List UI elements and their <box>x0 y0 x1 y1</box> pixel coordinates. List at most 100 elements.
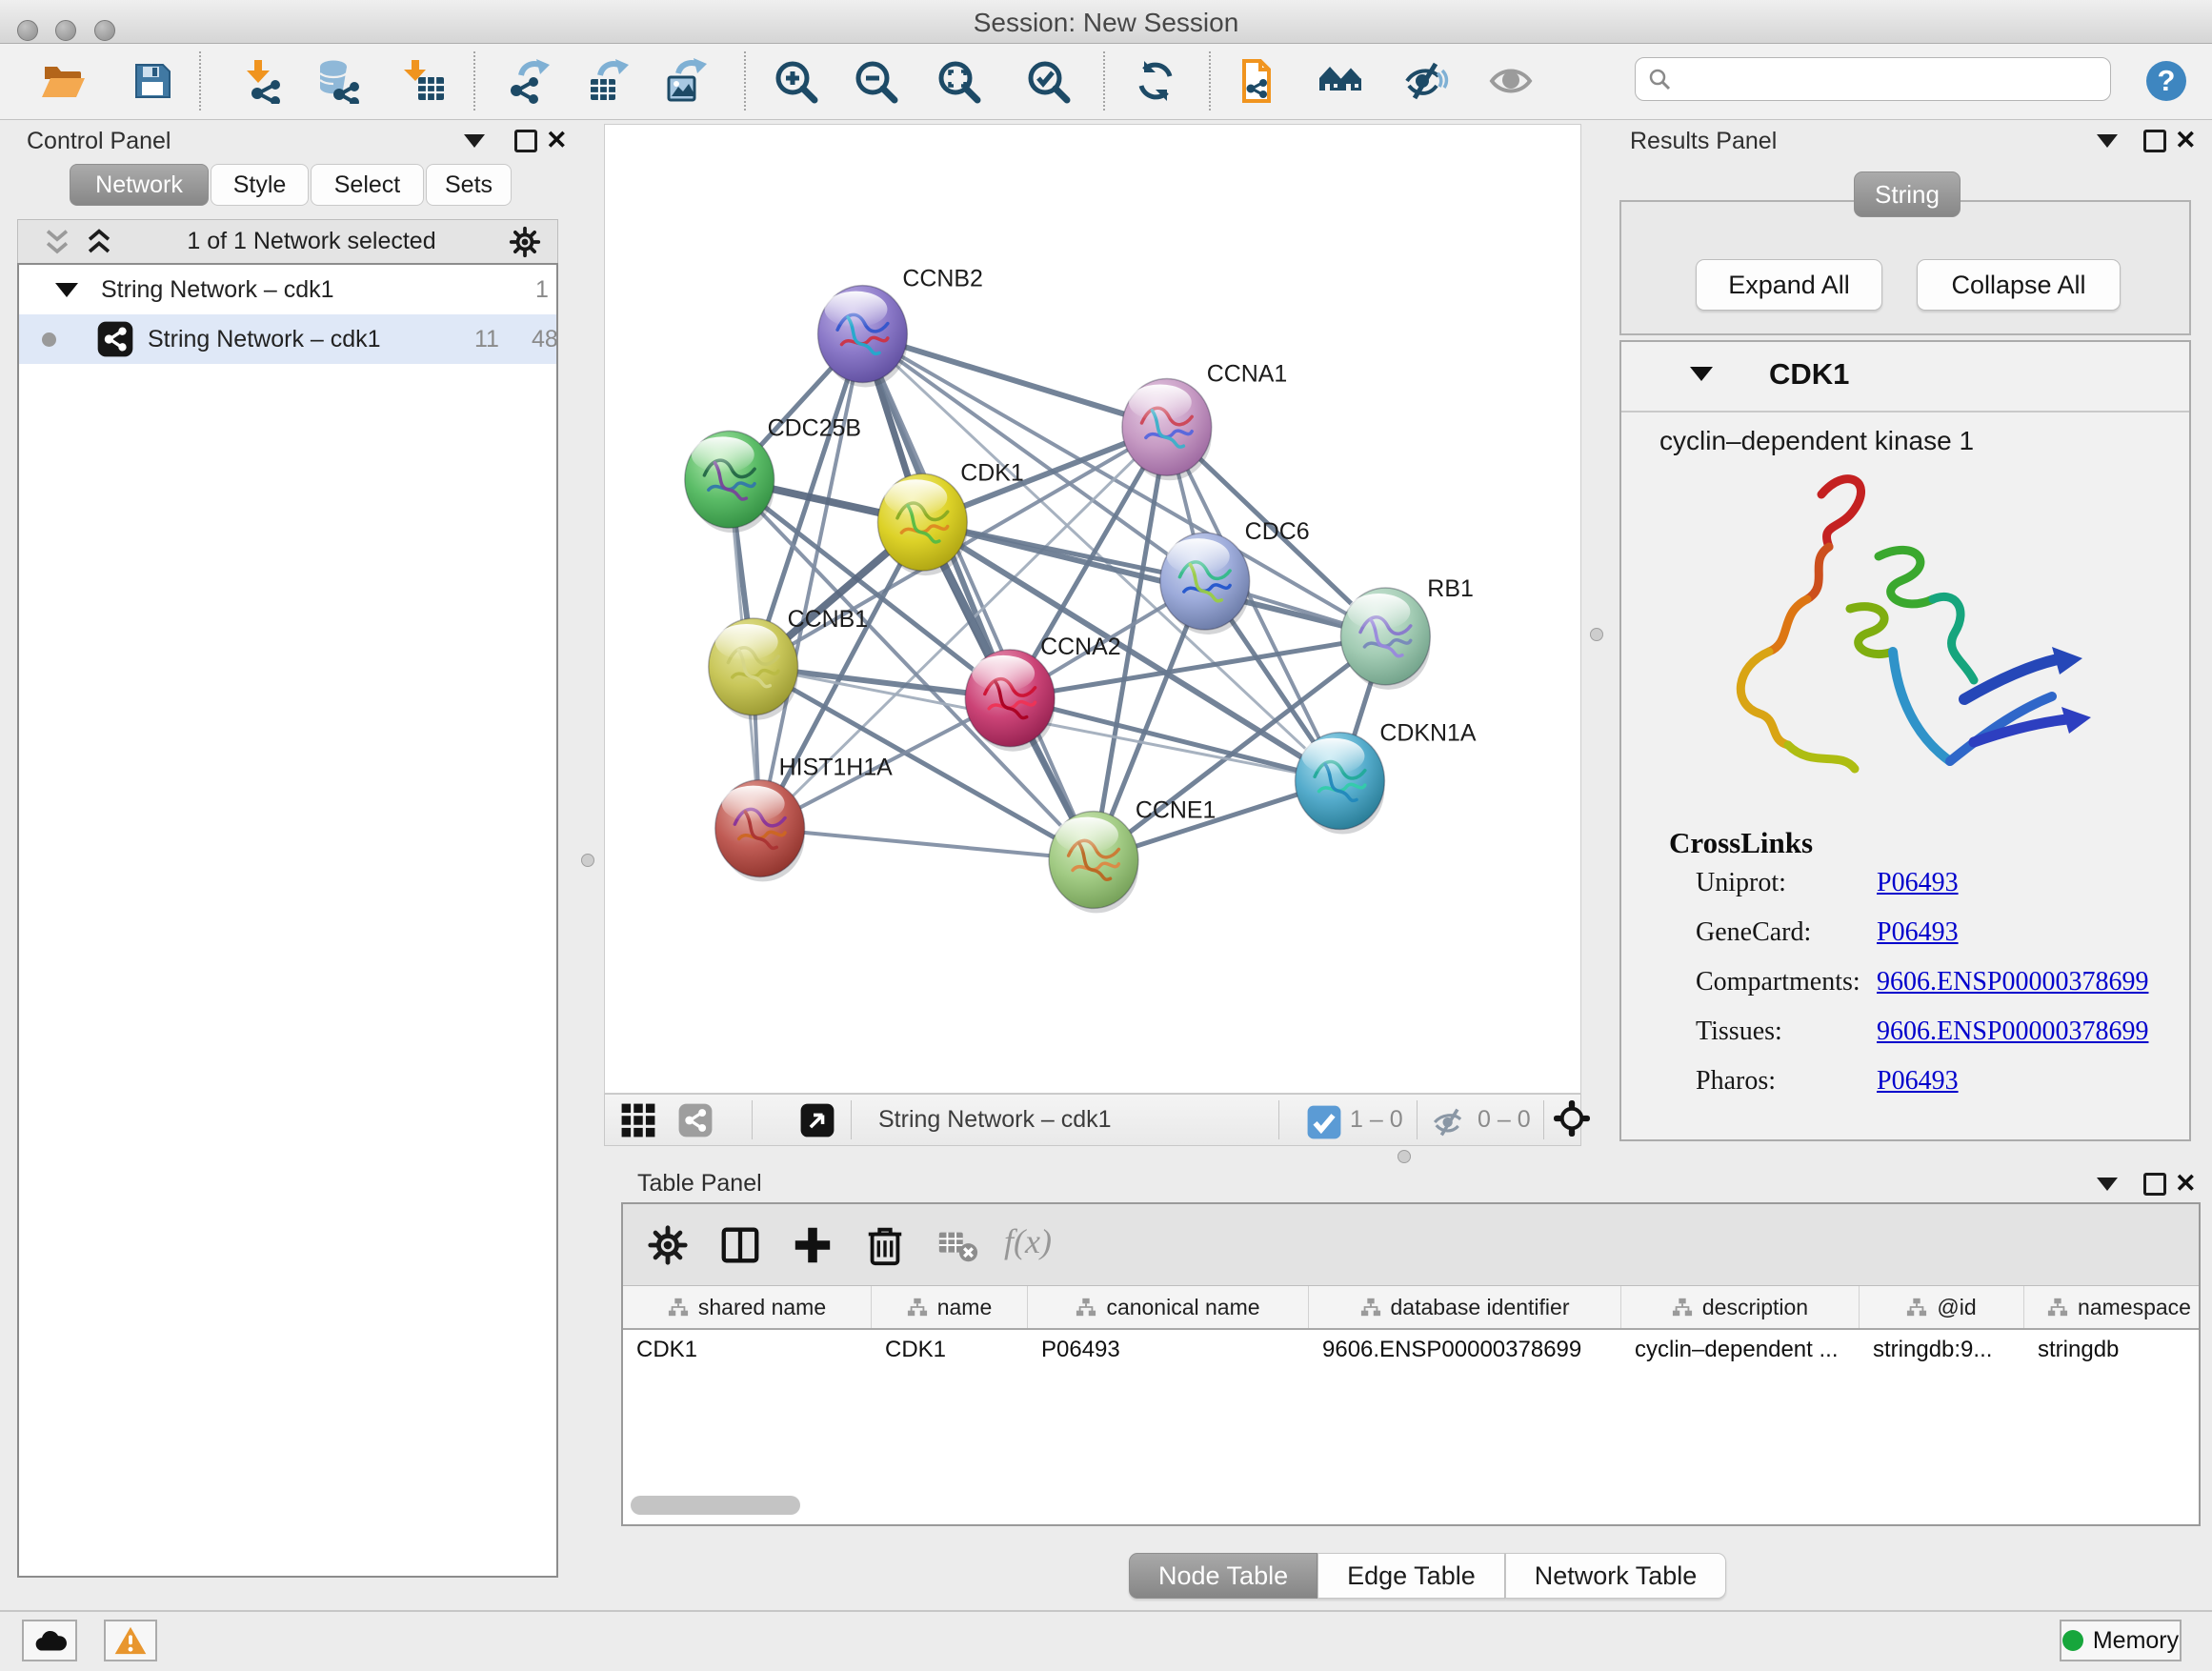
table-row[interactable]: CDK1CDK1P064939606.ENSP00000378699cyclin… <box>623 1330 2199 1370</box>
tab-network[interactable]: Network <box>70 164 209 206</box>
warnings-button[interactable] <box>104 1620 157 1661</box>
panel-menu-icon[interactable] <box>2097 1178 2118 1191</box>
grid-view-button[interactable] <box>620 1102 656 1138</box>
tab-style[interactable]: Style <box>211 164 309 206</box>
node-RB1[interactable]: RB1 <box>1340 575 1473 690</box>
zoom-fit-button[interactable] <box>935 58 981 104</box>
tab-string[interactable]: String <box>1854 171 1961 217</box>
horizontal-scrollbar[interactable] <box>631 1496 800 1515</box>
memory-button[interactable]: Memory <box>2060 1620 2182 1661</box>
edge-CCNB2-CCNA1 <box>862 334 1166 428</box>
toolbar-separator <box>1209 51 1211 111</box>
panel-float-icon[interactable] <box>2143 1173 2166 1196</box>
crosslink-link[interactable]: P06493 <box>1877 917 1959 948</box>
collection-expand-icon[interactable] <box>55 283 78 297</box>
expand-all-icon[interactable] <box>83 226 115 258</box>
collapse-all-icon[interactable] <box>41 226 73 258</box>
gear-icon[interactable] <box>508 225 542 259</box>
export-network-button[interactable] <box>506 58 552 104</box>
network-canvas[interactable]: CCNB2CCNA1CDC25BCDK1CDC6RB1CCNB1CCNA2CDK… <box>604 124 1581 1094</box>
table-cell[interactable]: CDK1 <box>623 1330 872 1370</box>
zoom-out-button[interactable] <box>853 58 898 104</box>
table-settings-button[interactable] <box>646 1223 690 1267</box>
crosslink-link[interactable]: P06493 <box>1877 1066 1959 1097</box>
panel-close-icon[interactable]: ✕ <box>2175 128 2197 153</box>
show-panels-button[interactable] <box>1317 58 1363 104</box>
selected-checkbox[interactable] <box>1306 1104 1338 1137</box>
left-splitter-handle[interactable] <box>581 854 594 867</box>
crosslink-link[interactable]: 9606.ENSP00000378699 <box>1877 1017 2148 1047</box>
node-CDK1[interactable]: CDK1 <box>877 459 1023 575</box>
node-CCNB1[interactable]: CCNB1 <box>709 606 868 720</box>
delete-column-button[interactable] <box>863 1223 907 1267</box>
column-header--id[interactable]: @id <box>1860 1286 2024 1328</box>
expand-all-button[interactable]: Expand All <box>1696 259 1882 311</box>
tab-edge-table[interactable]: Edge Table <box>1317 1553 1505 1599</box>
panel-close-icon[interactable]: ✕ <box>2175 1171 2197 1197</box>
open-session-button[interactable] <box>40 58 86 104</box>
string-import-button[interactable] <box>1233 58 1278 104</box>
column-header-database-identifier[interactable]: database identifier <box>1309 1286 1621 1328</box>
network-view-button[interactable] <box>677 1102 714 1138</box>
tab-network-table[interactable]: Network Table <box>1505 1553 1727 1599</box>
table-cell[interactable]: P06493 <box>1028 1330 1309 1370</box>
table-cell[interactable]: CDK1 <box>872 1330 1028 1370</box>
table-cell[interactable]: stringdb <box>2024 1330 2199 1370</box>
import-network-database-button[interactable] <box>315 58 361 104</box>
node-CDC6[interactable]: CDC6 <box>1160 518 1310 634</box>
hide-selected-button[interactable] <box>1403 58 1449 104</box>
panel-close-icon[interactable]: ✕ <box>546 128 568 153</box>
show-columns-button[interactable] <box>718 1223 762 1267</box>
bottom-splitter-handle[interactable] <box>1398 1150 1411 1163</box>
node-label-CCNE1: CCNE1 <box>1136 797 1217 824</box>
right-splitter-handle[interactable] <box>1590 628 1603 641</box>
apply-layout-button[interactable] <box>1133 58 1178 104</box>
column-header-shared-name[interactable]: shared name <box>623 1286 872 1328</box>
panel-menu-icon[interactable] <box>464 134 485 148</box>
column-header-namespace[interactable]: namespace <box>2024 1286 2199 1328</box>
clear-table-button[interactable] <box>935 1223 979 1267</box>
detach-view-button[interactable] <box>799 1102 835 1138</box>
column-header-name[interactable]: name <box>872 1286 1028 1328</box>
table-cell[interactable]: 9606.ENSP00000378699 <box>1309 1330 1621 1370</box>
node-HIST1H1A[interactable]: HIST1H1A <box>715 755 893 882</box>
save-session-button[interactable] <box>130 58 175 104</box>
help-button[interactable]: ? <box>2143 58 2189 104</box>
panel-float-icon[interactable] <box>514 130 537 152</box>
hidden-indicator[interactable] <box>1432 1104 1470 1138</box>
show-hidden-button[interactable] <box>1488 58 1534 104</box>
center-view-button[interactable] <box>1554 1100 1596 1142</box>
houses-icon <box>1317 58 1363 104</box>
network-collection-row[interactable]: String Network – cdk1 1 <box>19 265 556 314</box>
table-cell[interactable]: cyclin–dependent ... <box>1621 1330 1860 1370</box>
node-label-CCNB1: CCNB1 <box>788 606 869 633</box>
panel-float-icon[interactable] <box>2143 130 2166 152</box>
import-network-file-button[interactable] <box>238 58 284 104</box>
crosslink-link[interactable]: P06493 <box>1877 868 1959 898</box>
search-input[interactable] <box>1672 65 2110 93</box>
tab-sets[interactable]: Sets <box>426 164 512 206</box>
tab-node-table[interactable]: Node Table <box>1129 1553 1317 1599</box>
node-CDKN1A[interactable]: CDKN1A <box>1296 720 1477 835</box>
gene-collapse-icon[interactable] <box>1690 367 1713 381</box>
table-cell[interactable]: stringdb:9... <box>1860 1330 2024 1370</box>
collapse-all-button[interactable]: Collapse All <box>1917 259 2121 311</box>
cloud-button[interactable] <box>22 1620 77 1661</box>
gene-header-row[interactable]: CDK1 <box>1621 342 2189 413</box>
search-icon <box>1647 67 1672 91</box>
node-label-CDKN1A: CDKN1A <box>1379 720 1477 747</box>
zoom-in-button[interactable] <box>773 58 818 104</box>
function-builder-button[interactable]: f(x) <box>1004 1221 1052 1261</box>
crosslink-link[interactable]: 9606.ENSP00000378699 <box>1877 967 2148 997</box>
export-image-button[interactable] <box>663 58 709 104</box>
zoom-selected-button[interactable] <box>1025 58 1071 104</box>
status-separator <box>1278 1100 1279 1139</box>
column-header-description[interactable]: description <box>1621 1286 1860 1328</box>
import-table-button[interactable] <box>401 58 447 104</box>
network-row[interactable]: String Network – cdk1 11 48 <box>19 314 556 364</box>
export-table-button[interactable] <box>585 58 631 104</box>
tab-select[interactable]: Select <box>311 164 424 206</box>
panel-menu-icon[interactable] <box>2097 134 2118 148</box>
column-header-canonical-name[interactable]: canonical name <box>1028 1286 1309 1328</box>
add-column-button[interactable] <box>791 1223 835 1267</box>
